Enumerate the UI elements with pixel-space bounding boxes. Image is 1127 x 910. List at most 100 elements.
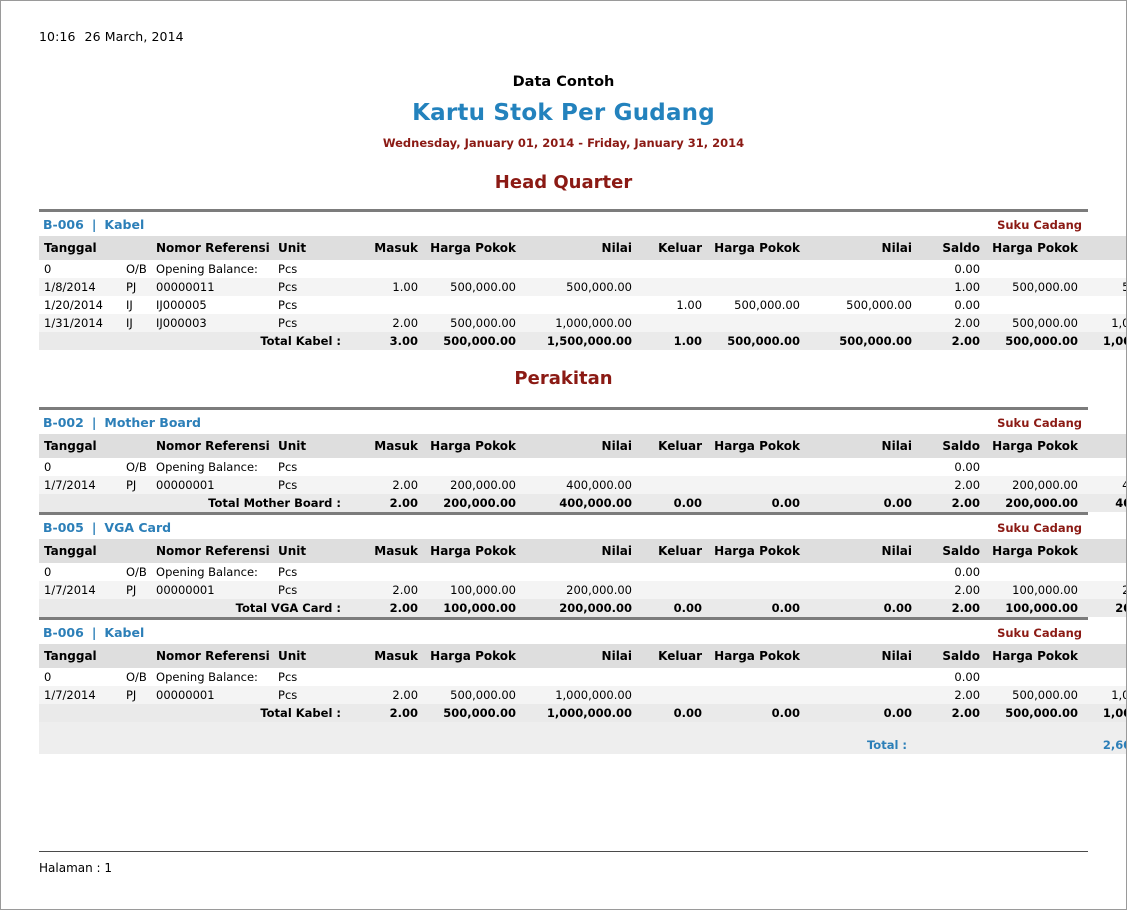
cell-tanggal: 0 xyxy=(39,563,121,581)
item-code: B-005 xyxy=(43,520,84,535)
item-code-separator: | xyxy=(91,625,97,640)
total-saldo: 2.00 xyxy=(917,494,986,512)
cell-keluar-nilai xyxy=(805,581,918,599)
item-headline: B-005 | VGA Card Suku Cadang xyxy=(39,515,1088,539)
cell-saldo-nilai: 0.00 xyxy=(1083,668,1126,686)
cell-tanggal: 0 xyxy=(39,668,121,686)
table-row: 1/7/2014 PJ 00000001 Pcs 2.00 100,000.00 200,0… xyxy=(39,581,1126,599)
item-category: Suku Cadang xyxy=(997,416,1082,430)
cell-keluar-nilai xyxy=(805,563,918,581)
col-nomor-referensi: Nomor Referensi xyxy=(151,644,274,668)
col-saldo-nilai: Nilai xyxy=(1083,644,1126,668)
item-total-row: Total VGA Card :2.00 100,000.00 200,000.00… xyxy=(39,599,1126,617)
cell-masuk-harga-pokok: 500,000.00 xyxy=(423,314,522,332)
item-name: VGA Card xyxy=(104,520,172,535)
col-keluar-nilai: Nilai xyxy=(805,539,918,563)
col-nomor-referensi: Nomor Referensi xyxy=(151,236,274,260)
cell-masuk-nilai xyxy=(521,260,638,278)
cell-masuk: 2.00 xyxy=(351,581,424,599)
cell-keluar xyxy=(637,260,708,278)
item-identifier: B-006 | Kabel xyxy=(43,625,144,640)
page-title: Kartu Stok Per Gudang xyxy=(412,100,715,126)
item-category: Suku Cadang xyxy=(997,521,1082,535)
cell-saldo: 1.00 xyxy=(917,278,986,296)
total-keluar-nilai: 0.00 xyxy=(805,599,918,617)
cell-keluar-nilai xyxy=(805,314,918,332)
cell-keluar-nilai xyxy=(805,458,918,476)
cell-referensi: IJ000003 xyxy=(151,314,274,332)
col-keluar-harga-pokok: Harga Pokok xyxy=(707,236,806,260)
grand-total-pad xyxy=(917,736,1084,754)
footer-divider xyxy=(39,851,1088,852)
cell-referensi: Opening Balance: xyxy=(151,458,274,476)
cell-unit: Pcs xyxy=(273,458,352,476)
table-row: 0O/BOpening Balance:Pcs 0.00 0.00 xyxy=(39,563,1126,581)
cell-keluar xyxy=(637,314,708,332)
cell-tanggal: 1/7/2014 xyxy=(39,686,121,704)
item-headline: B-002 | Mother Board Suku Cadang xyxy=(39,410,1088,434)
total-masuk-nilai: 200,000.00 xyxy=(521,599,638,617)
cell-unit: Pcs xyxy=(273,296,352,314)
item-headline: B-006 | Kabel Suku Cadang xyxy=(39,212,1088,236)
cell-keluar xyxy=(637,476,708,494)
total-keluar-nilai: 0.00 xyxy=(805,704,918,722)
cell-saldo-nilai: 0.00 xyxy=(1083,563,1126,581)
cell-saldo-nilai: 400,000.00 xyxy=(1083,476,1126,494)
cell-unit: Pcs xyxy=(273,278,352,296)
group-title: Perakitan xyxy=(514,368,613,389)
total-masuk-nilai: 1,000,000.00 xyxy=(521,704,638,722)
table-header-row: Tanggal Nomor Referensi Unit Masuk Harga Pok… xyxy=(39,644,1126,668)
group-title: Head Quarter xyxy=(494,172,633,193)
item-identifier: B-005 | VGA Card xyxy=(43,520,171,535)
total-saldo-nilai: 1,000,000.00 xyxy=(1083,704,1126,722)
total-keluar-harga-pokok: 500,000.00 xyxy=(707,332,806,350)
total-keluar-harga-pokok: 0.00 xyxy=(707,599,806,617)
cell-keluar xyxy=(637,668,708,686)
cell-saldo: 0.00 xyxy=(917,296,986,314)
item-total-label: Total Kabel : xyxy=(39,704,352,722)
col-saldo-nilai: Nilai xyxy=(1083,434,1126,458)
cell-referensi: 00000011 xyxy=(151,278,274,296)
table-row: 1/7/2014 PJ 00000001 Pcs 2.00 200,000.00 400,0… xyxy=(39,476,1126,494)
col-keluar: Keluar xyxy=(637,539,708,563)
col-masuk: Masuk xyxy=(351,539,424,563)
cell-keluar-harga-pokok xyxy=(707,668,806,686)
col-saldo: Saldo xyxy=(917,644,986,668)
report-timestamp: 10:16 26 March, 2014 xyxy=(39,29,1088,44)
cell-unit: Pcs xyxy=(273,563,352,581)
col-saldo-harga-pokok: Harga Pokok xyxy=(985,434,1084,458)
grand-total-value: 2,600,000.00 xyxy=(1083,736,1126,754)
table-header-row: Tanggal Nomor Referensi Unit Masuk Harga Pok… xyxy=(39,539,1126,563)
col-saldo: Saldo xyxy=(917,539,986,563)
cell-tipe: IJ xyxy=(121,296,152,314)
stock-card-table: Tanggal Nomor Referensi Unit Masuk Harga Pok… xyxy=(39,644,1126,754)
col-masuk: Masuk xyxy=(351,644,424,668)
col-saldo: Saldo xyxy=(917,236,986,260)
cell-tipe: PJ xyxy=(121,476,152,494)
cell-tipe: PJ xyxy=(121,278,152,296)
item-code-separator: | xyxy=(91,415,97,430)
cell-masuk xyxy=(351,668,424,686)
cell-masuk xyxy=(351,296,424,314)
cell-referensi: Opening Balance: xyxy=(151,563,274,581)
col-unit: Unit xyxy=(273,434,352,458)
cell-keluar-harga-pokok xyxy=(707,563,806,581)
total-masuk-harga-pokok: 500,000.00 xyxy=(423,704,522,722)
item-block: B-006 | Kabel Suku Cadang Tanggal Nomor Refer… xyxy=(39,617,1126,754)
item-block: B-002 | Mother Board Suku Cadang Tanggal Nomo… xyxy=(39,407,1126,512)
cell-saldo-nilai: 500,000.00 xyxy=(1083,278,1126,296)
cell-tanggal: 1/7/2014 xyxy=(39,476,121,494)
table-row: 1/7/2014 PJ 00000001 Pcs 2.00 500,000.00 1,000… xyxy=(39,686,1126,704)
cell-referensi: 00000001 xyxy=(151,476,274,494)
cell-tipe: O/B xyxy=(121,458,152,476)
col-masuk-harga-pokok: Harga Pokok xyxy=(423,236,522,260)
cell-masuk-harga-pokok: 200,000.00 xyxy=(423,476,522,494)
total-masuk: 2.00 xyxy=(351,494,424,512)
cell-keluar-nilai xyxy=(805,668,918,686)
col-keluar: Keluar xyxy=(637,434,708,458)
total-saldo-harga-pokok: 200,000.00 xyxy=(985,494,1084,512)
col-tanggal: Tanggal xyxy=(39,434,152,458)
total-keluar-harga-pokok: 0.00 xyxy=(707,704,806,722)
col-saldo-harga-pokok: Harga Pokok xyxy=(985,644,1084,668)
cell-saldo: 2.00 xyxy=(917,581,986,599)
